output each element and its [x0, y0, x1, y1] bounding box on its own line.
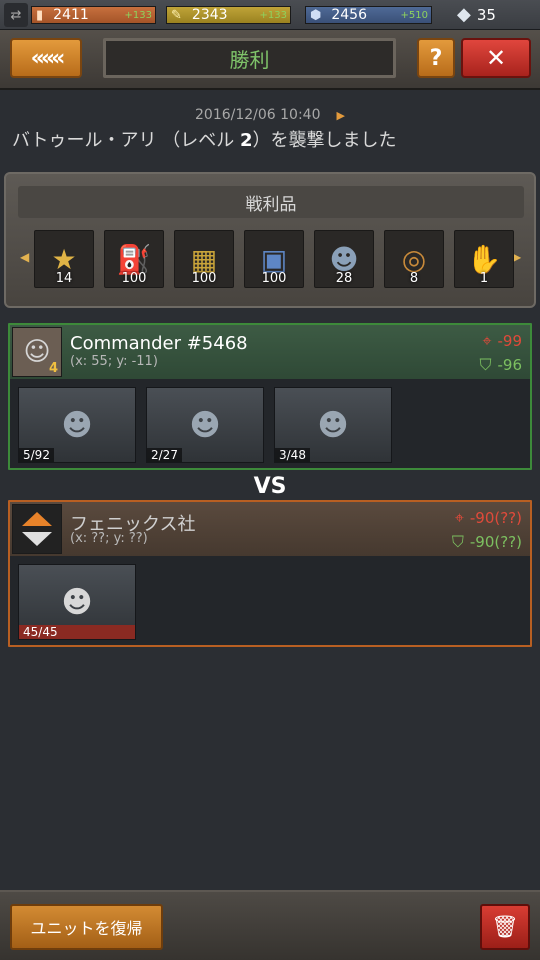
defender-defense-value: -90(??) [469, 533, 522, 551]
attacker-attack-stat: ⌖ -99 [482, 331, 522, 351]
loot-item[interactable]: ◎ 8 [384, 230, 444, 288]
attacker-header: ☺ 4 Commander #5468 (x: 55; y: -11) ⌖ -9… [10, 325, 530, 379]
attacker-card[interactable]: ☺ 4 Commander #5468 (x: 55; y: -11) ⌖ -9… [8, 323, 532, 470]
loot-item[interactable]: ☻ 28 [314, 230, 374, 288]
unit-count: 5/92 [19, 448, 54, 462]
steel-resource[interactable]: ⬢ 2456 +510 [305, 3, 432, 27]
oil-resource[interactable]: ⇄ ▮ 2411 +133 [4, 3, 156, 27]
loot-item-count: 1 [479, 271, 489, 286]
loot-left-arrow-icon[interactable]: ◀ [20, 250, 29, 264]
attacker-avatar[interactable]: ☺ 4 [12, 327, 62, 377]
header: ««« 勝利 ? ✕ [0, 30, 540, 90]
defender-avatar[interactable] [12, 504, 62, 554]
commander-portrait-icon: ☺ [23, 337, 51, 367]
restore-units-button[interactable]: ユニットを復帰 [10, 904, 163, 950]
attacker-level: 4 [48, 361, 58, 376]
battle-timestamp: 2016/12/06 10:40 [195, 107, 321, 123]
gems-value: 35 [476, 5, 496, 24]
replay-play-icon[interactable]: ▶ [337, 109, 345, 122]
unit-card[interactable]: ☻ 45/45 [18, 564, 136, 640]
attacker-coords: (x: 55; y: -11) [70, 354, 158, 369]
shield-icon: ⛉ [451, 532, 464, 551]
crosshair-icon: ⌖ [454, 508, 464, 527]
steel-value: 2456 [331, 7, 367, 23]
desc-prefix: バトゥール・アリ （レベル [12, 130, 240, 151]
title-box: 勝利 [103, 38, 396, 78]
loot-item-count: 100 [261, 271, 287, 286]
loot-item[interactable]: ▣ 100 [244, 230, 304, 288]
battle-timestamp-row: 2016/12/06 10:40 ▶ [195, 107, 345, 123]
defender-header: フェニックス社 (x: ??; y: ??) ⌖ -90(??) ⛉ -90(?… [10, 502, 530, 556]
help-button[interactable]: ? [417, 38, 455, 78]
attacker-attack-value: -99 [497, 332, 523, 350]
loot-title: 戦利品 [18, 186, 524, 218]
defender-coords: (x: ??; y: ??) [70, 531, 148, 546]
steel-icon: ⬢ [310, 7, 322, 23]
loot-item-count: 14 [55, 271, 73, 286]
gas-mask-soldier-icon: ☻ [61, 584, 93, 620]
defender-attack-value: -90(??) [469, 509, 522, 527]
battle-description: バトゥール・アリ （レベル 2）を襲撃しました [12, 126, 397, 152]
loot-item-count: 100 [121, 271, 147, 286]
desc-level: 2 [239, 130, 253, 151]
defender-card[interactable]: フェニックス社 (x: ??; y: ??) ⌖ -90(??) ⛉ -90(?… [8, 500, 532, 647]
masked-soldier-icon: ☻ [189, 407, 221, 443]
unit-count: 3/48 [275, 448, 310, 462]
loot-panel: 戦利品 ◀ ▶ ★ 14 ⛽ 100 ▦ 100 ▣ 100 ☻ 28 ◎ 8 ✋ 1 [4, 172, 536, 308]
ammo-value: 2343 [191, 7, 228, 23]
ammo-icon: ✎ [171, 7, 182, 23]
oil-icon: ▮ [36, 7, 44, 23]
unit-card[interactable]: ☻ 3/48 [274, 387, 392, 463]
swap-icon: ⇄ [4, 3, 28, 27]
loot-item-count: 8 [409, 271, 419, 286]
defender-defense-stat: ⛉ -90(??) [452, 532, 522, 552]
defender-attack-stat: ⌖ -90(??) [455, 508, 522, 528]
desc-suffix: ）を襲撃しました [252, 130, 397, 151]
shield-icon: ⛉ [479, 355, 492, 374]
unit-card[interactable]: ☻ 2/27 [146, 387, 264, 463]
gems-resource[interactable]: ◆ 35 [457, 4, 496, 25]
close-button[interactable]: ✕ [461, 38, 531, 78]
resource-bar: ⇄ ▮ 2411 +133 ✎ 2343 +133 ⬢ 2456 +510 ◆ … [0, 0, 540, 30]
spec-ops-soldier-icon: ☻ [61, 407, 93, 443]
page-title: 勝利 [229, 47, 270, 72]
attacker-defense-value: -96 [497, 356, 523, 374]
loot-item-count: 100 [191, 271, 217, 286]
attacker-defense-stat: ⛉ -96 [479, 355, 522, 375]
steel-bonus: +510 [400, 10, 428, 21]
goggles-soldier-icon: ☻ [317, 407, 349, 443]
oil-bonus: +133 [124, 10, 152, 21]
ammo-resource[interactable]: ✎ 2343 +133 [166, 3, 291, 27]
attacker-name: Commander #5468 [70, 333, 248, 354]
crosshair-icon: ⌖ [482, 331, 492, 350]
delete-button[interactable]: 🗑 [480, 904, 530, 950]
oil-value: 2411 [53, 7, 89, 23]
loot-item[interactable]: ⛽ 100 [104, 230, 164, 288]
unit-count: 2/27 [147, 448, 182, 462]
unit-card[interactable]: ☻ 5/92 [18, 387, 136, 463]
ammo-bonus: +133 [259, 10, 287, 21]
loot-item[interactable]: ✋ 1 [454, 230, 514, 288]
back-button[interactable]: ««« [10, 38, 82, 78]
footer: ユニットを復帰 🗑 [0, 890, 540, 960]
loot-item[interactable]: ★ 14 [34, 230, 94, 288]
unit-count: 45/45 [23, 625, 58, 639]
vs-label: VS [253, 474, 287, 499]
diamond-icon: ◆ [457, 4, 471, 25]
loot-item-count: 28 [335, 271, 353, 286]
phoenix-logo-icon [22, 512, 52, 546]
trash-icon: 🗑 [491, 914, 519, 940]
loot-item[interactable]: ▦ 100 [174, 230, 234, 288]
